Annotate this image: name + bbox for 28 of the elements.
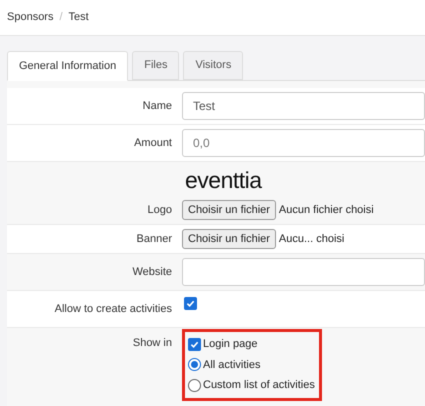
breadcrumb-current: Test [68,10,89,26]
checkbox[interactable] [188,338,201,351]
text-field[interactable] [182,258,425,286]
option-label: Login page [203,337,258,352]
breadcrumb-separator: / [59,10,63,26]
option-label: All activities [203,358,260,372]
tab[interactable]: Files [132,51,180,80]
field-label: Logo [148,202,172,218]
field-label: Allow to create activities [54,302,172,317]
tab[interactable]: General Information [7,51,128,81]
checkbox[interactable] [184,297,197,310]
logo: eventtia [185,166,262,194]
field-label: Show in [132,336,172,351]
field-label: Amount [134,136,172,151]
choose-file-button[interactable]: Choisir un fichier [182,200,276,220]
radio-button[interactable] [188,358,201,372]
tab[interactable]: Visitors [183,51,244,80]
breadcrumb-link[interactable]: Sponsors [7,9,54,26]
file-status: Aucu... choisi [278,232,344,247]
file-status: Aucun fichier choisi [278,202,374,218]
choose-file-button[interactable]: Choisir un fichier [182,229,276,249]
field-label: Banner [136,232,172,246]
text-field[interactable]: 0,0 [182,129,425,157]
text-field[interactable]: Test [182,92,425,120]
radio-button[interactable] [188,378,201,392]
field-label: Name [142,99,172,114]
option-label: Custom list of activities [203,378,315,393]
field-label: Website [132,265,172,280]
